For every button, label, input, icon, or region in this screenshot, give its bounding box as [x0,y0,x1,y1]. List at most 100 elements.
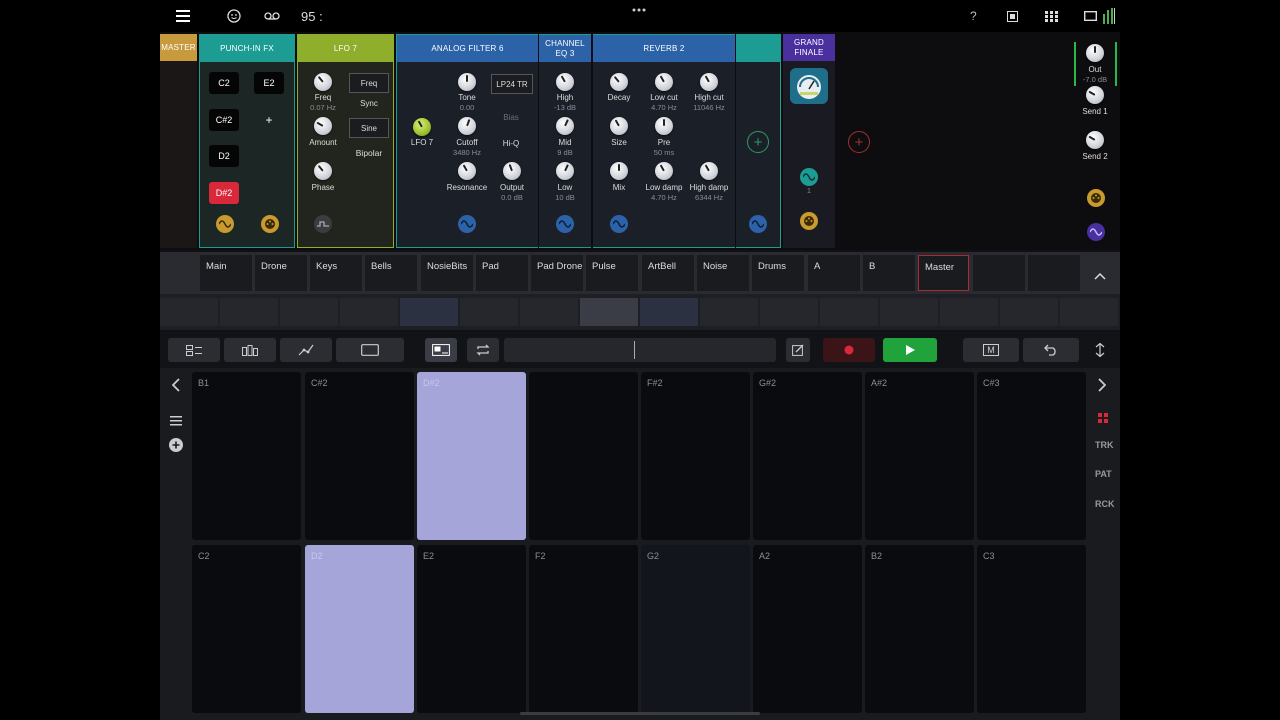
lfo-wave-icon[interactable] [216,215,234,233]
scroll-indicator[interactable] [520,712,760,715]
pad[interactable]: G#2 [753,372,862,540]
size-knob[interactable] [610,117,628,135]
track-tab[interactable]: Bells [365,255,417,291]
pat-button[interactable]: PAT [1095,469,1112,479]
screen-icon[interactable] [1084,0,1097,32]
track-tab[interactable]: Pad Drone [531,255,583,291]
track-tab[interactable]: Drone [255,255,307,291]
pattern-cell[interactable] [880,298,938,326]
midi-port-icon[interactable] [1087,189,1105,207]
pad[interactable]: A#2 [865,372,974,540]
pattern-cell[interactable] [340,298,398,326]
add-circle-icon[interactable] [169,438,183,457]
filter-mode-button[interactable]: LP24 TR [491,74,533,94]
tape-loop-icon[interactable] [264,0,280,32]
reverb-title[interactable]: REVERB 2 [593,35,735,62]
layout-view-icon[interactable] [168,338,220,362]
pad[interactable]: B1 [192,372,301,540]
play-button[interactable] [883,338,937,362]
hamburger-menu-icon[interactable] [176,0,190,32]
output-knob[interactable] [503,162,521,180]
midi-port-icon[interactable] [800,212,818,230]
add-device-icon[interactable]: + [747,131,769,153]
mid-knob[interactable] [556,117,574,135]
playhead-marker[interactable] [634,341,635,359]
pad[interactable]: F2 [529,545,638,713]
add-master-device-icon[interactable]: + [848,131,870,153]
channel-eq-title[interactable]: CHANNEL EQ 3 [539,35,591,62]
vu-meter-icon[interactable] [790,68,828,104]
pad[interactable]: C#3 [977,372,1086,540]
track-tab[interactable]: A [808,255,860,291]
pad-active[interactable]: D#2 [417,372,526,540]
rck-button[interactable]: RCK [1095,499,1115,509]
analog-filter-title[interactable]: ANALOG FILTER 6 [397,35,538,62]
window-icon[interactable] [1007,0,1018,32]
metronome-button[interactable]: M [963,338,1019,362]
track-tab[interactable]: B [863,255,915,291]
mixer-view-icon[interactable] [224,338,276,362]
sine-wave-icon[interactable] [749,215,767,233]
hi-q-toggle[interactable]: Hi-Q [491,139,531,148]
resonance-knob[interactable] [458,162,476,180]
chevron-left-icon[interactable] [171,378,180,397]
pattern-cell[interactable] [280,298,338,326]
track-tab[interactable]: Pulse [586,255,638,291]
note-button[interactable]: E2 [254,72,284,94]
pattern-cell[interactable] [940,298,998,326]
phase-knob[interactable] [314,162,332,180]
pattern-cell[interactable] [640,298,698,326]
sine-wave-icon[interactable] [458,215,476,233]
track-tab[interactable]: Keys [310,255,362,291]
trk-button[interactable]: TRK [1095,440,1114,450]
track-tab-empty[interactable] [973,255,1025,291]
lfo-7-title[interactable]: LFO 7 [298,35,393,62]
cutoff-knob[interactable] [458,117,476,135]
track-tab[interactable]: NosieBits [421,255,473,291]
midi-port-icon[interactable] [261,215,279,233]
add-note-button[interactable]: + [254,109,284,131]
low-knob[interactable] [556,162,574,180]
list-menu-icon[interactable] [170,413,182,431]
smiley-icon[interactable] [227,0,241,32]
track-tab-empty[interactable] [1028,255,1080,291]
pattern-cell[interactable] [160,298,218,326]
loop-icon[interactable] [467,338,499,362]
pads-view-icon[interactable] [425,338,457,362]
pattern-cell[interactable] [400,298,458,326]
pattern-cell[interactable] [220,298,278,326]
freq-knob[interactable] [314,73,332,91]
freq-mode-button[interactable]: Freq [349,73,389,93]
edit-icon[interactable] [786,338,810,362]
pattern-cell[interactable] [700,298,758,326]
pattern-cell[interactable] [1060,298,1118,326]
out-knob[interactable] [1086,44,1104,62]
chevron-up-icon[interactable] [1094,267,1106,285]
pattern-cell[interactable] [520,298,578,326]
record-button[interactable] [823,338,875,362]
pad-active[interactable]: D2 [305,545,414,713]
chevron-right-icon[interactable] [1098,378,1107,397]
track-tab[interactable]: Main [200,255,252,291]
note-button[interactable]: C2 [209,72,239,94]
help-icon[interactable]: ? [970,0,977,32]
bipolar-toggle[interactable]: Bipolar [349,148,389,158]
tone-knob[interactable] [458,73,476,91]
automation-view-icon[interactable] [280,338,332,362]
pad[interactable] [529,372,638,540]
lfo-mod-knob[interactable] [413,118,431,136]
punch-in-fx-title[interactable]: PUNCH-IN FX [200,35,294,62]
pattern-cell[interactable] [460,298,518,326]
track-tab[interactable]: Pad [476,255,528,291]
track-tab-selected[interactable]: Master [918,255,969,291]
grid-icon[interactable] [1045,0,1058,32]
track-tab[interactable]: ArtBell [642,255,694,291]
square-wave-icon[interactable] [314,215,332,233]
send-1-knob[interactable] [1086,86,1104,104]
note-button-active[interactable]: D#2 [209,182,239,204]
pattern-view-icon[interactable] [336,338,404,362]
undo-icon[interactable] [1023,338,1079,362]
high-damp-knob[interactable] [700,162,718,180]
master-header[interactable]: MASTER [160,34,197,61]
pre-delay-knob[interactable] [655,117,673,135]
